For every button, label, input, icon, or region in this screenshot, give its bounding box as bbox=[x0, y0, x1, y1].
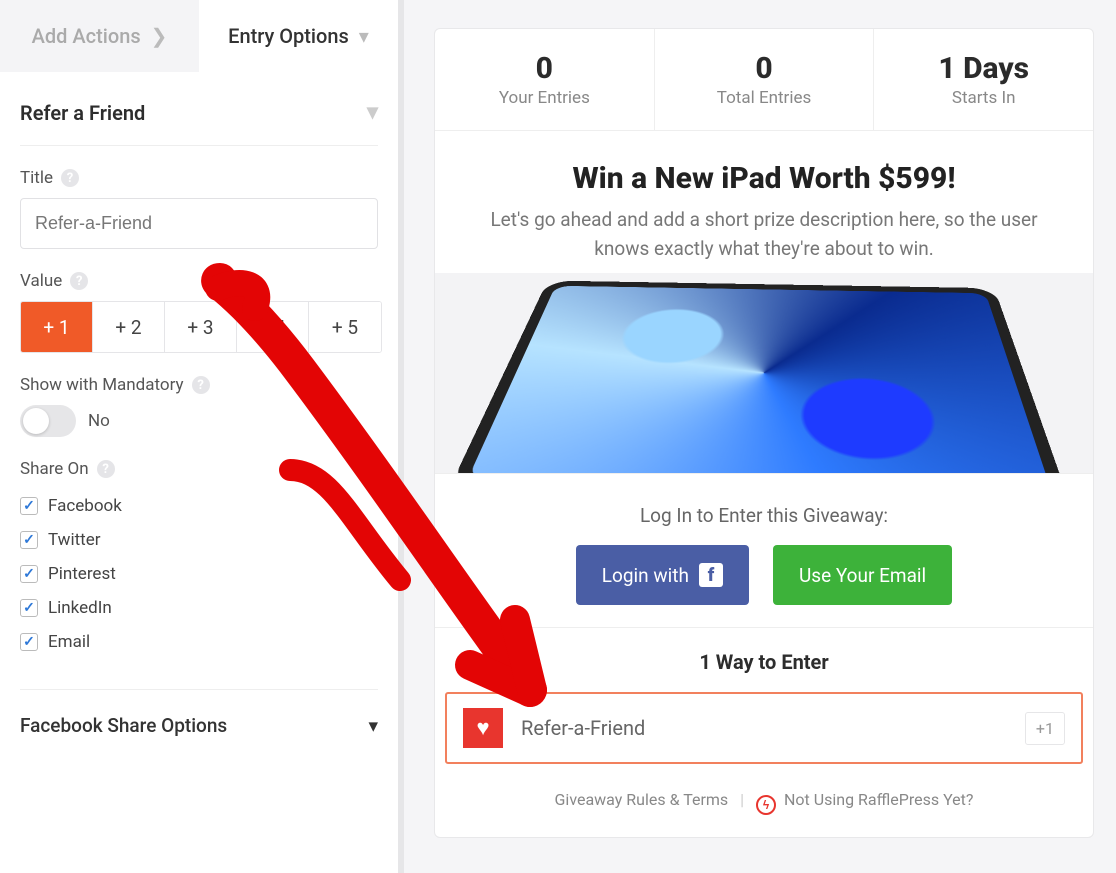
stat-label: Total Entries bbox=[655, 88, 874, 108]
title-input[interactable] bbox=[20, 198, 378, 249]
chevron-down-icon bbox=[368, 714, 378, 737]
stats-row: 0 Your Entries 0 Total Entries 1 Days St… bbox=[435, 29, 1093, 131]
stat-label: Your Entries bbox=[435, 88, 654, 108]
mandatory-toggle[interactable] bbox=[20, 405, 76, 437]
share-item-label: LinkedIn bbox=[48, 598, 112, 618]
checkbox-icon: ✓ bbox=[20, 497, 38, 515]
field-value: Value ? + 1 + 2 + 3 + 4 + 5 bbox=[20, 271, 378, 353]
stat-label: Starts In bbox=[874, 88, 1093, 108]
login-facebook-button[interactable]: Login with f bbox=[576, 545, 749, 605]
share-item-label: Twitter bbox=[48, 530, 100, 550]
accordion-label: Facebook Share Options bbox=[20, 714, 227, 737]
stat-your-entries: 0 Your Entries bbox=[435, 29, 655, 130]
checkbox-icon: ✓ bbox=[20, 531, 38, 549]
toggle-knob bbox=[23, 408, 49, 434]
mandatory-state: No bbox=[88, 411, 110, 431]
stat-value: 0 bbox=[435, 51, 654, 86]
facebook-icon: f bbox=[699, 563, 723, 587]
footer-rules-link[interactable]: Giveaway Rules & Terms bbox=[555, 790, 729, 809]
sidebar-tabs: Add Actions Entry Options bbox=[0, 0, 398, 72]
help-icon[interactable]: ? bbox=[192, 376, 210, 394]
login-email-label: Use Your Email bbox=[799, 564, 926, 587]
entry-value-badge: +1 bbox=[1025, 712, 1065, 745]
ways-heading: 1 Way to Enter bbox=[435, 627, 1093, 692]
headline-block: Win a New iPad Worth $599! Let's go ahea… bbox=[435, 131, 1093, 273]
giveaway-subtitle: Let's go ahead and add a short prize des… bbox=[469, 206, 1059, 263]
entry-action-refer[interactable]: ♥ Refer-a-Friend +1 bbox=[445, 692, 1083, 764]
title-label: Title bbox=[20, 168, 53, 188]
share-item-twitter[interactable]: ✓ Twitter bbox=[20, 523, 378, 557]
ipad-illustration bbox=[449, 281, 1070, 473]
accordion-fb-share[interactable]: Facebook Share Options bbox=[20, 689, 378, 749]
value-label: Value bbox=[20, 271, 62, 291]
field-title: Title ? bbox=[20, 168, 378, 249]
field-share-on: Share On ? ✓ Facebook ✓ Twitter bbox=[20, 459, 378, 659]
rafflepress-logo-icon: ϟ bbox=[756, 795, 776, 815]
giveaway-preview: 0 Your Entries 0 Total Entries 1 Days St… bbox=[434, 28, 1094, 838]
field-mandatory: Show with Mandatory ? No bbox=[20, 375, 378, 437]
checkbox-icon: ✓ bbox=[20, 565, 38, 583]
value-option-2[interactable]: + 2 bbox=[93, 302, 165, 352]
share-item-email[interactable]: ✓ Email bbox=[20, 625, 378, 659]
share-item-pinterest[interactable]: ✓ Pinterest bbox=[20, 557, 378, 591]
checkbox-icon: ✓ bbox=[20, 633, 38, 651]
share-on-list: ✓ Facebook ✓ Twitter ✓ Pinterest ✓ bbox=[20, 489, 378, 659]
tab-add-actions[interactable]: Add Actions bbox=[0, 0, 199, 72]
login-fb-label: Login with bbox=[602, 564, 689, 587]
preview-area: 0 Your Entries 0 Total Entries 1 Days St… bbox=[404, 0, 1116, 873]
tab-entry-options-label: Entry Options bbox=[228, 24, 349, 48]
value-option-3[interactable]: + 3 bbox=[165, 302, 237, 352]
mandatory-label: Show with Mandatory bbox=[20, 375, 184, 395]
share-item-label: Pinterest bbox=[48, 564, 116, 584]
stat-starts-in: 1 Days Starts In bbox=[874, 29, 1093, 130]
share-on-label: Share On bbox=[20, 459, 89, 479]
giveaway-title: Win a New iPad Worth $599! bbox=[469, 161, 1059, 196]
value-option-1[interactable]: + 1 bbox=[21, 302, 93, 352]
value-option-4[interactable]: + 4 bbox=[237, 302, 309, 352]
chevron-down-icon bbox=[359, 24, 369, 48]
help-icon[interactable]: ? bbox=[61, 169, 79, 187]
chevron-right-icon bbox=[151, 24, 168, 48]
prize-image bbox=[435, 273, 1093, 473]
footer-promo-link[interactable]: Not Using RafflePress Yet? bbox=[784, 790, 973, 809]
stat-value: 1 Days bbox=[874, 51, 1093, 86]
entry-title: Refer-a-Friend bbox=[521, 716, 1007, 740]
chevron-down-icon bbox=[367, 100, 378, 125]
share-item-label: Email bbox=[48, 632, 90, 652]
login-block: Log In to Enter this Giveaway: Login wit… bbox=[435, 473, 1093, 627]
share-item-facebook[interactable]: ✓ Facebook bbox=[20, 489, 378, 523]
heart-icon: ♥ bbox=[463, 708, 503, 748]
value-segmented: + 1 + 2 + 3 + 4 + 5 bbox=[20, 301, 382, 353]
panel-header-refer[interactable]: Refer a Friend bbox=[20, 90, 378, 146]
settings-sidebar: Add Actions Entry Options Refer a Friend… bbox=[0, 0, 404, 873]
value-option-5[interactable]: + 5 bbox=[309, 302, 381, 352]
login-caption: Log In to Enter this Giveaway: bbox=[455, 504, 1073, 527]
footer-separator: | bbox=[740, 790, 744, 809]
panel-title: Refer a Friend bbox=[20, 101, 145, 125]
checkbox-icon: ✓ bbox=[20, 599, 38, 617]
tab-add-actions-label: Add Actions bbox=[32, 24, 141, 48]
stat-value: 0 bbox=[655, 51, 874, 86]
help-icon[interactable]: ? bbox=[70, 272, 88, 290]
login-email-button[interactable]: Use Your Email bbox=[773, 545, 952, 605]
stat-total-entries: 0 Total Entries bbox=[655, 29, 875, 130]
share-item-label: Facebook bbox=[48, 496, 122, 516]
preview-footer: Giveaway Rules & Terms | ϟ Not Using Raf… bbox=[435, 776, 1093, 837]
tab-entry-options[interactable]: Entry Options bbox=[199, 0, 398, 72]
share-item-linkedin[interactable]: ✓ LinkedIn bbox=[20, 591, 378, 625]
help-icon[interactable]: ? bbox=[97, 460, 115, 478]
